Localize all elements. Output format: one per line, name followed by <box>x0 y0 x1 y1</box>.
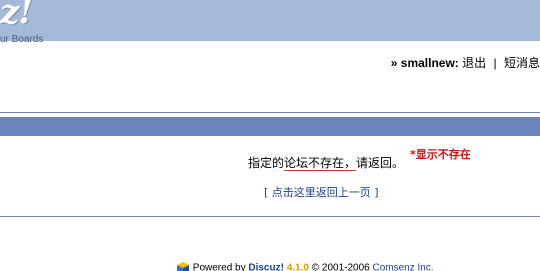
version-label: 4.1.0 <box>286 262 309 271</box>
divider-bottom <box>0 216 540 217</box>
footer: Powered by Discuz! 4.1.0 © 2001-2006 Com… <box>176 261 434 271</box>
username: smallnew: <box>400 56 459 70</box>
message-highlight: 论坛不存在， <box>284 156 357 171</box>
discuz-logo[interactable]: z! <box>0 0 33 32</box>
user-bar: » smallnew: 退出 | 短消息 <box>391 54 540 71</box>
raquo-icon: » <box>390 56 398 70</box>
back-link[interactable]: [ 点击这里返回上一页 ] <box>264 186 379 199</box>
message-suffix: 请返回。 <box>356 156 405 170</box>
copyright-label: © 2001-2006 <box>311 262 370 271</box>
annotation-note: *显示不存在 <box>410 148 471 161</box>
nav-bar <box>0 117 540 136</box>
page: z! ur Boards » smallnew: 退出 | 短消息 指定的论坛不… <box>0 0 540 271</box>
userbar-separator: | <box>493 56 497 70</box>
back-link-container: [ 点击这里返回上一页 ] <box>264 184 379 200</box>
discuz-link[interactable]: Discuz! <box>248 263 284 271</box>
company-link[interactable]: Comsenz Inc. <box>373 263 434 271</box>
divider-top <box>0 112 540 113</box>
logout-link[interactable]: 退出 <box>462 56 486 70</box>
message-prefix: 指定的 <box>248 156 285 170</box>
pm-link[interactable]: 短消息 <box>504 56 540 70</box>
error-message: 指定的论坛不存在，请返回。 <box>248 154 404 171</box>
header-banner: z! ur Boards <box>0 0 540 45</box>
discuz-cube-icon <box>176 261 190 271</box>
logo-tagline: ur Boards <box>0 34 44 45</box>
powered-by-label: Powered by <box>192 262 246 271</box>
